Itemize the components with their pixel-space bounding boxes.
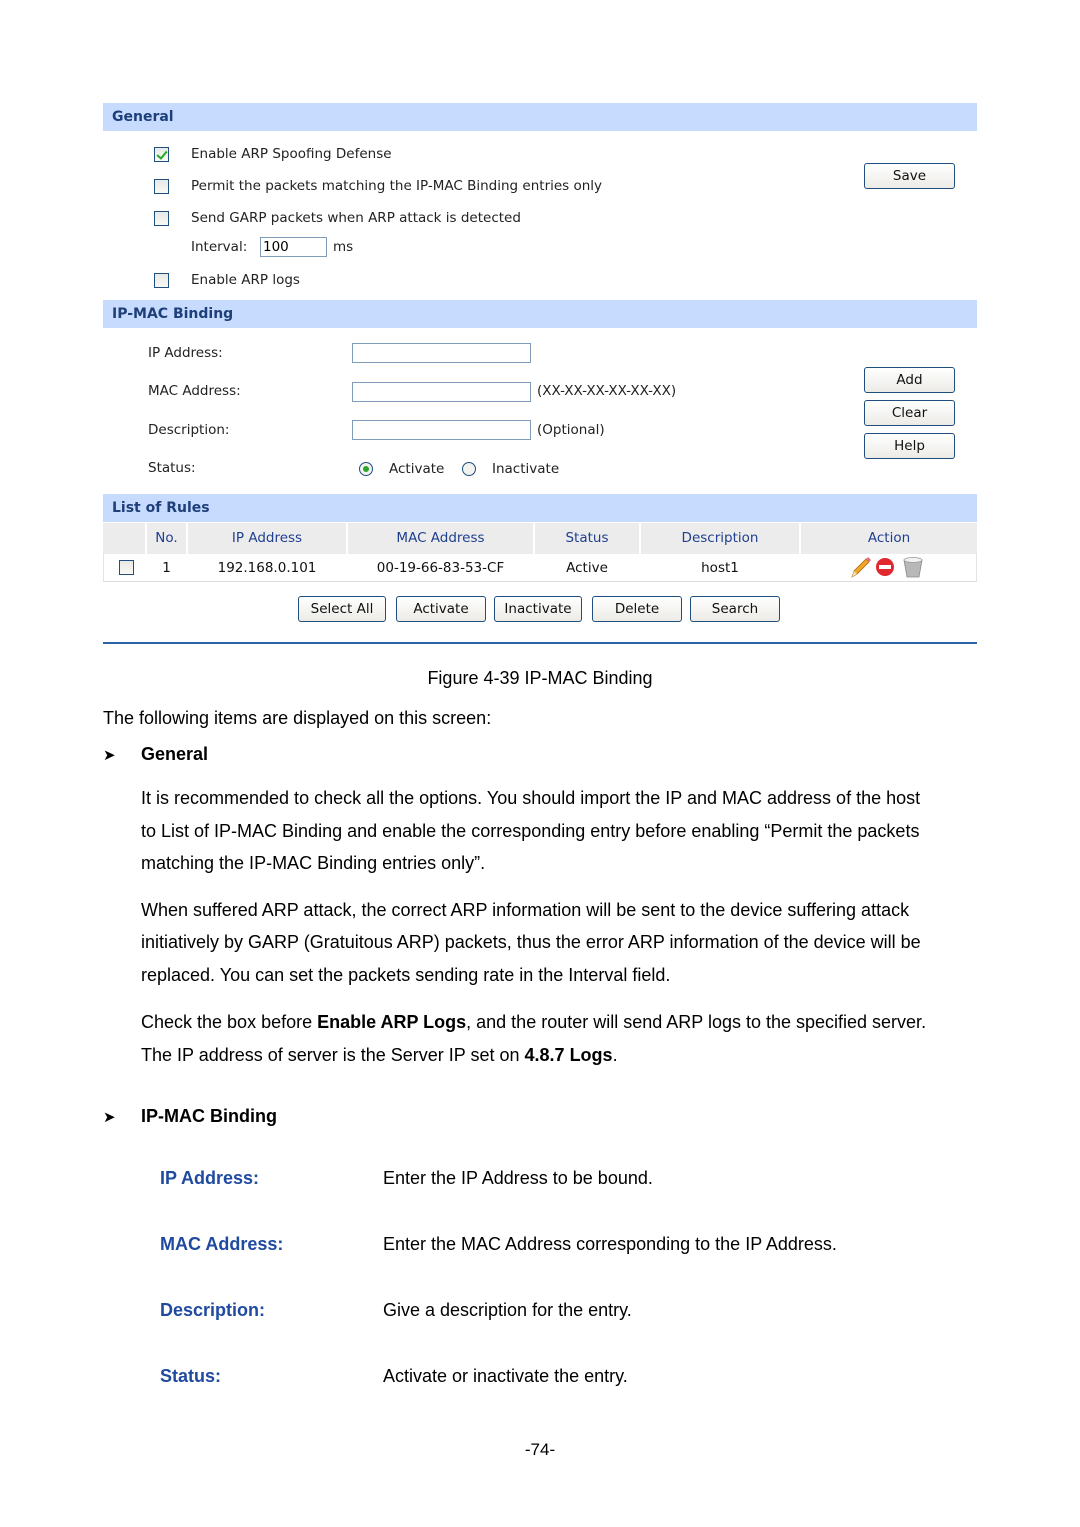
section-ip-mac-binding-title: IP-MAC Binding [141,1106,277,1126]
bullet-arrow-icon: ➤ [103,747,116,764]
interval-label: Interval: [191,239,248,255]
add-button[interactable]: Add [864,367,955,393]
row-status: Active [566,560,608,576]
col-status: Status [533,523,639,554]
intro-text: The following items are displayed on thi… [103,708,492,728]
para3-bold-enable-arp-logs: Enable ARP Logs [317,1012,467,1032]
action-icons [851,557,923,578]
para3-text-c: , and the router will send ARP logs to t… [466,1012,927,1032]
enable-arp-logs-label: Enable ARP logs [191,272,300,288]
inactivate-button[interactable]: Inactivate [494,596,582,622]
para3-line1: Check the box before Enable ARP Logs, an… [141,1006,926,1039]
status-activate-label: Activate [389,461,445,477]
col-ip-address: IP Address [186,523,346,554]
send-garp-label: Send GARP packets when ARP attack is det… [191,210,521,226]
figure-caption: Figure 4-39 IP-MAC Binding [427,668,653,688]
mac-address-label: MAC Address: [148,383,241,399]
interval-unit: ms [333,239,354,255]
clear-button[interactable]: Clear [864,400,955,426]
row-actions [800,554,978,582]
def-ip-address: Enter the IP Address to be bound. [383,1168,653,1188]
search-button[interactable]: Search [690,596,780,622]
def-description: Give a description for the entry. [383,1300,632,1320]
delete-icon[interactable] [903,557,923,578]
status-inactivate-radio[interactable] [462,462,476,476]
table-row: 1 192.168.0.101 00-19-66-83-53-CF Active… [103,554,977,582]
status-label: Status: [148,460,196,476]
enable-arp-spoofing-label: Enable ARP Spoofing Defense [191,146,392,162]
col-mac-address: MAC Address [346,523,533,554]
select-all-button[interactable]: Select All [298,596,386,622]
para3-text-f: . [612,1045,618,1065]
section-ip-mac-binding-heading: ➤ IP-MAC Binding [103,1106,277,1127]
enable-arp-logs-checkbox[interactable] [154,273,169,288]
help-button[interactable]: Help [864,433,955,459]
rules-table-header: No. IP Address MAC Address Status Descri… [103,523,977,554]
row-select-checkbox[interactable] [119,560,134,575]
term-mac-address: MAC Address: [160,1234,284,1254]
row-mac-address: 00-19-66-83-53-CF [376,560,505,576]
para3-bold-logs-link: 4.8.7 Logs [524,1045,613,1065]
section-general-title: General [141,744,209,764]
para3-text-a: Check the box before [141,1012,318,1032]
para1-line2: to List of IP-MAC Binding and enable the… [141,821,920,841]
col-select [103,523,145,554]
row-ip-address: 192.168.0.101 [217,560,317,576]
para2-line2: initiatively by GARP (Gratuitous ARP) pa… [141,932,921,952]
ip-address-input[interactable] [352,343,531,363]
interval-input[interactable] [260,237,327,257]
term-ip-address: IP Address: [160,1168,260,1188]
ip-mac-binding-header-label: IP-MAC Binding [112,306,234,322]
def-status: Activate or inactivate the entry. [383,1366,628,1386]
term-description: Description: [160,1300,266,1320]
save-button[interactable]: Save [864,163,955,189]
permit-matching-only-checkbox[interactable] [154,179,169,194]
col-action: Action [799,523,977,554]
row-description: host1 [701,560,739,576]
ip-address-label: IP Address: [148,345,223,361]
col-no: No. [145,523,186,554]
description-optional-hint: (Optional) [537,422,605,438]
description-input[interactable] [352,420,531,440]
list-of-rules-section-header: List of Rules [103,494,977,522]
bullet-arrow-icon: ➤ [103,1109,116,1126]
general-header-label: General [112,109,174,125]
status-inactivate-label: Inactivate [492,461,560,477]
para1-line3: matching the IP-MAC Binding entries only… [141,853,486,873]
def-mac-address: Enter the MAC Address corresponding to t… [383,1234,837,1254]
general-section-header: General [103,103,977,131]
term-status: Status: [160,1366,222,1386]
row-no: 1 [162,560,171,576]
mac-format-hint: (XX-XX-XX-XX-XX-XX) [537,383,677,399]
disable-icon[interactable] [876,558,894,576]
section-general-heading: ➤ General [103,744,208,765]
enable-arp-spoofing-checkbox[interactable] [154,147,169,162]
delete-button[interactable]: Delete [592,596,682,622]
page-number: -74- [524,1440,556,1459]
para3-text-d: The IP address of server is the Server I… [141,1045,525,1065]
para2-line3: replaced. You can set the packets sendin… [141,965,671,985]
para1-line1: It is recommended to check all the optio… [141,788,921,808]
mac-address-input[interactable] [352,382,531,402]
para3-line2: The IP address of server is the Server I… [141,1039,618,1072]
activate-button[interactable]: Activate [396,596,486,622]
list-of-rules-header-label: List of Rules [112,500,210,516]
description-label: Description: [148,422,230,438]
para2-line1: When suffered ARP attack, the correct AR… [141,900,910,920]
col-description: Description [639,523,799,554]
permit-matching-only-label: Permit the packets matching the IP-MAC B… [191,178,603,194]
edit-icon[interactable] [851,557,871,578]
status-activate-radio[interactable] [359,462,373,476]
ip-mac-binding-section-header: IP-MAC Binding [103,300,977,328]
send-garp-checkbox[interactable] [154,211,169,226]
figure-bottom-divider [103,642,977,644]
